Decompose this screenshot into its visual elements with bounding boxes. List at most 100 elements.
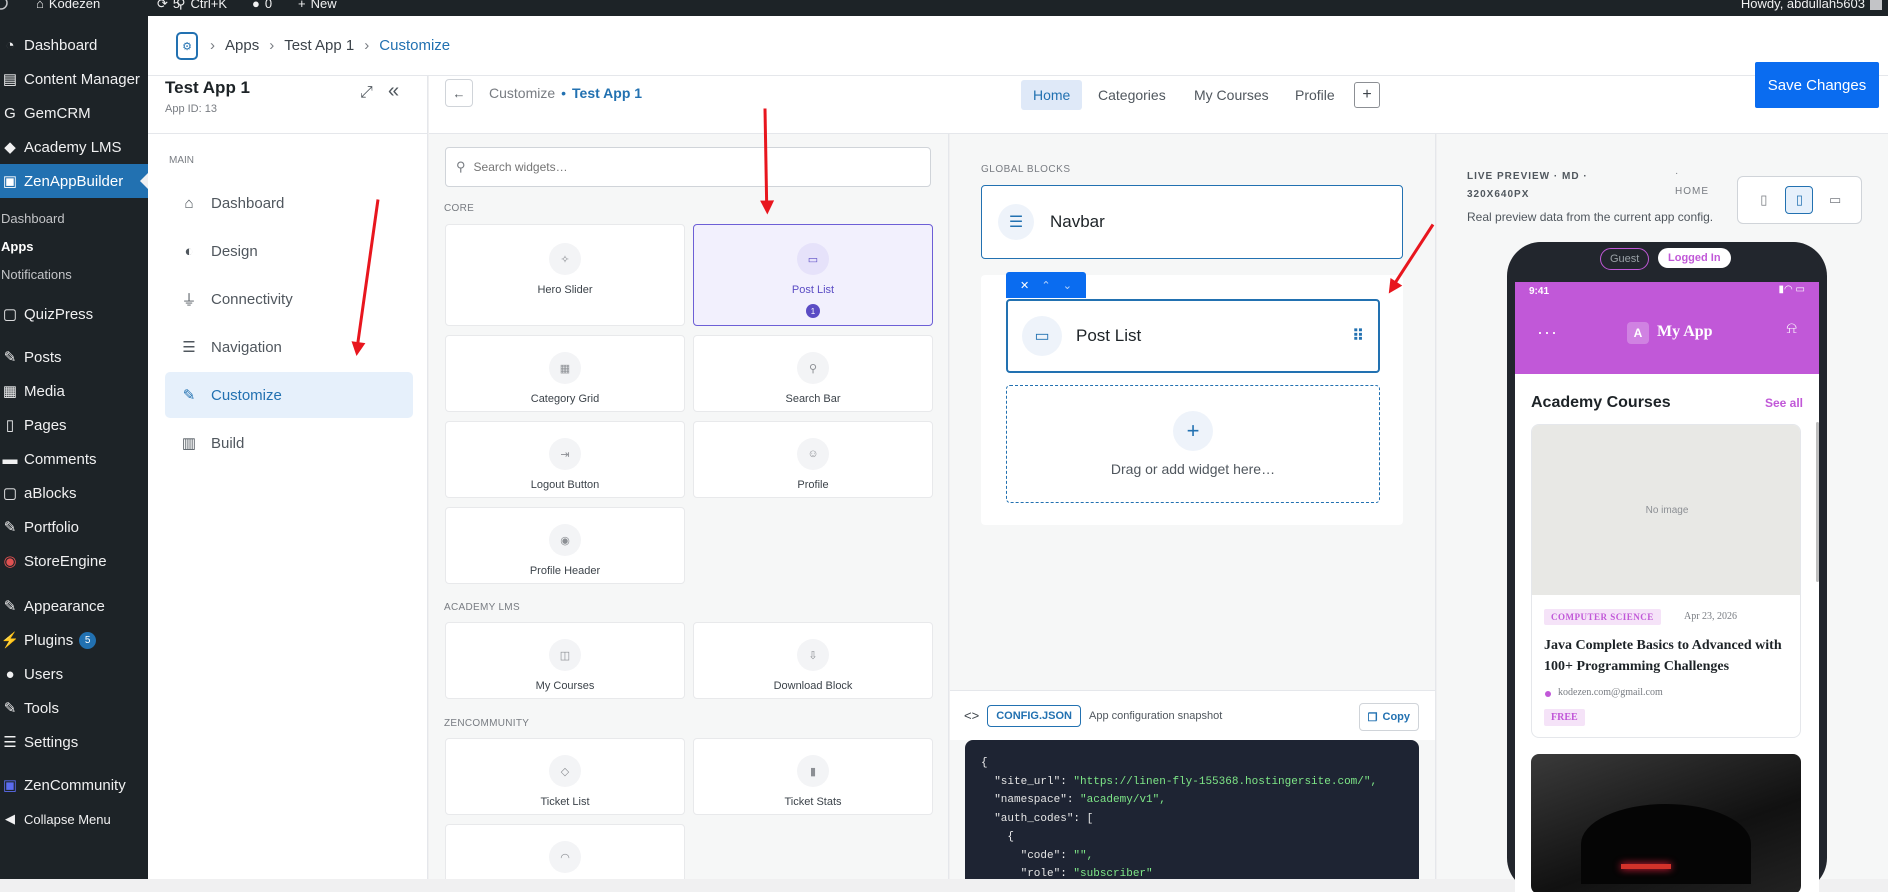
menu-tools[interactable]: ✎ Tools (0, 691, 148, 725)
app-logo-icon[interactable]: ⚙ (176, 32, 198, 60)
site-name-link[interactable]: ⌂ Kodezen (36, 0, 100, 12)
menu-collapse[interactable]: ◀ Collapse Menu (0, 802, 148, 836)
logged-in-toggle[interactable]: Logged In (1658, 248, 1731, 268)
submenu-notifications[interactable]: Notifications (1, 267, 72, 282)
navbar-block[interactable]: ☰ Navbar (981, 185, 1403, 259)
divider (148, 133, 428, 134)
menu-label: QuizPress (24, 305, 94, 323)
menu-content-manager[interactable]: ▤ Content Manager (0, 62, 148, 96)
back-button[interactable]: ← (445, 79, 473, 107)
widget-hero-slider[interactable]: ✧ Hero Slider (445, 224, 685, 326)
course-card-2[interactable] (1531, 754, 1801, 892)
content-icon: ▤ (2, 71, 18, 88)
collapse-sidebar-icon[interactable]: « (388, 80, 399, 103)
headset-icon: ◠ (549, 841, 581, 873)
chevron-right-icon: › (210, 37, 215, 54)
section-heading: Academy Courses (1531, 394, 1671, 411)
widget-my-courses[interactable]: ◫ My Courses (445, 622, 685, 699)
submenu-dashboard[interactable]: Dashboard (1, 211, 65, 226)
menu-zenappbuilder[interactable]: ▣ ZenAppBuilder (0, 164, 148, 198)
menu-academy-lms[interactable]: ◆ Academy LMS (0, 130, 148, 164)
drag-handle-icon[interactable]: ⠿ (1352, 326, 1364, 346)
menu-pages[interactable]: ▯ Pages (0, 408, 148, 442)
phone-scrollbar[interactable] (1816, 422, 1819, 582)
home-icon: ⌂ (36, 0, 44, 11)
widget-support[interactable]: ◠ (445, 824, 685, 879)
tablet-icon[interactable]: ▯ (1785, 186, 1814, 214)
menu-lines-icon: ☰ (998, 204, 1034, 240)
builder-canvas: GLOBAL BLOCKS ☰ Navbar ✕ ⌃ ⌄ ▭ Post List… (950, 134, 1436, 879)
add-tab-button[interactable]: + (1354, 82, 1380, 108)
nav-item-connectivity[interactable]: ⏚ Connectivity (165, 276, 413, 322)
post-list-block[interactable]: ▭ Post List ⠿ (1006, 299, 1380, 373)
menu-zencommunity[interactable]: ▣ ZenCommunity (0, 768, 148, 802)
breadcrumb-app[interactable]: Test App 1 (284, 37, 354, 54)
nav-item-customize[interactable]: ✎ Customize (165, 372, 413, 418)
widget-search-bar[interactable]: ⚲ Search Bar (693, 335, 933, 412)
copy-button[interactable]: ❐ Copy (1358, 703, 1419, 731)
menu-plugins[interactable]: ⚡ Plugins 5 (0, 623, 148, 657)
move-up-icon[interactable]: ⌃ (1041, 279, 1050, 292)
tab-categories[interactable]: Categories (1086, 80, 1178, 110)
phone-icon[interactable]: ▯ (1750, 186, 1778, 214)
tab-home[interactable]: Home (1021, 80, 1083, 110)
config-code-line: { (981, 831, 1015, 843)
plus-circle-icon[interactable]: + (1173, 411, 1213, 451)
widget-post-list[interactable]: ▭ Post List 1 (693, 224, 933, 326)
widget-category-grid[interactable]: ▦ Category Grid (445, 335, 685, 412)
search-shortcut[interactable]: ⚲ Ctrl+K (176, 0, 227, 12)
desktop-icon[interactable]: ▭ (1821, 186, 1849, 214)
account-menu[interactable]: Howdy, abdullah5603 (1741, 0, 1882, 12)
new-content-link[interactable]: + New (298, 0, 337, 12)
nav-item-navigation[interactable]: ☰ Navigation (165, 324, 413, 370)
menu-storeengine[interactable]: ◉ StoreEngine (0, 544, 148, 578)
menu-gemcrm[interactable]: G GemCRM (0, 96, 148, 130)
menu-posts[interactable]: ✎ Posts (0, 340, 148, 374)
avatar (1870, 0, 1882, 10)
chevron-right-icon: › (364, 37, 370, 54)
menu-settings[interactable]: ☰ Settings (0, 725, 148, 759)
menu-media[interactable]: ▦ Media (0, 374, 148, 408)
search-widgets[interactable]: ⚲ (445, 147, 931, 187)
search-widgets-input[interactable] (473, 160, 914, 174)
separator-dot: · (1675, 168, 1679, 179)
menu-dashboard[interactable]: ◔ Dashboard (0, 28, 148, 62)
menu-quizpress[interactable]: ▢ QuizPress (0, 297, 148, 331)
menu-users[interactable]: ● Users (0, 657, 148, 691)
guest-toggle[interactable]: Guest (1600, 248, 1650, 270)
drop-zone[interactable]: + Drag or add widget here… (1006, 385, 1380, 503)
menu-comments[interactable]: ▬ Comments (0, 442, 148, 476)
widget-profile[interactable]: ☺ Profile (693, 421, 933, 498)
phone-frame: Guest Logged In 9:41 ▮◠ ▭ ··· A My App ⍾… (1507, 242, 1827, 892)
widget-download-block[interactable]: ⇩ Download Block (693, 622, 933, 699)
widget-ticket-list[interactable]: ◇ Ticket List (445, 738, 685, 815)
widget-profile-header[interactable]: ◉ Profile Header (445, 507, 685, 584)
plugin-icon: ⚡ (0, 632, 20, 649)
expand-icon[interactable]: ⤢ (360, 84, 373, 102)
menu-appearance[interactable]: ✎ Appearance (0, 589, 148, 623)
more-icon[interactable]: ··· (1537, 322, 1558, 343)
menu-portfolio[interactable]: ✎ Portfolio (0, 510, 148, 544)
breadcrumb-apps[interactable]: Apps (225, 37, 259, 54)
search-shortcut-label: Ctrl+K (190, 0, 228, 11)
plug-icon: ⏚ (181, 291, 197, 309)
widget-logout-button[interactable]: ⇥ Logout Button (445, 421, 685, 498)
save-changes-button[interactable]: Save Changes (1755, 62, 1879, 108)
logout-icon: ⇥ (549, 438, 581, 470)
comments-link[interactable]: ● 0 (252, 0, 272, 12)
submenu-apps[interactable]: Apps (1, 239, 34, 254)
menu-ablocks[interactable]: ▢ aBlocks (0, 476, 148, 510)
nav-item-design[interactable]: ◐ Design (165, 228, 413, 274)
tab-profile[interactable]: Profile (1283, 80, 1347, 110)
course-card[interactable]: No image COMPUTER SCIENCE Apr 23, 2026 J… (1531, 424, 1801, 738)
bell-icon[interactable]: ⍾ (1786, 320, 1797, 338)
tab-my-courses[interactable]: My Courses (1182, 80, 1281, 110)
widget-ticket-stats[interactable]: ▮ Ticket Stats (693, 738, 933, 815)
see-all-link[interactable]: See all (1765, 396, 1803, 410)
widget-label: Hero Slider (537, 284, 593, 296)
move-down-icon[interactable]: ⌄ (1063, 279, 1072, 292)
section-academy-lms: ACADEMY LMS (444, 602, 520, 613)
wordpress-logo-icon[interactable] (0, 0, 8, 10)
nav-item-build[interactable]: ▥ Build (165, 420, 413, 466)
remove-block-icon[interactable]: ✕ (1020, 279, 1029, 292)
